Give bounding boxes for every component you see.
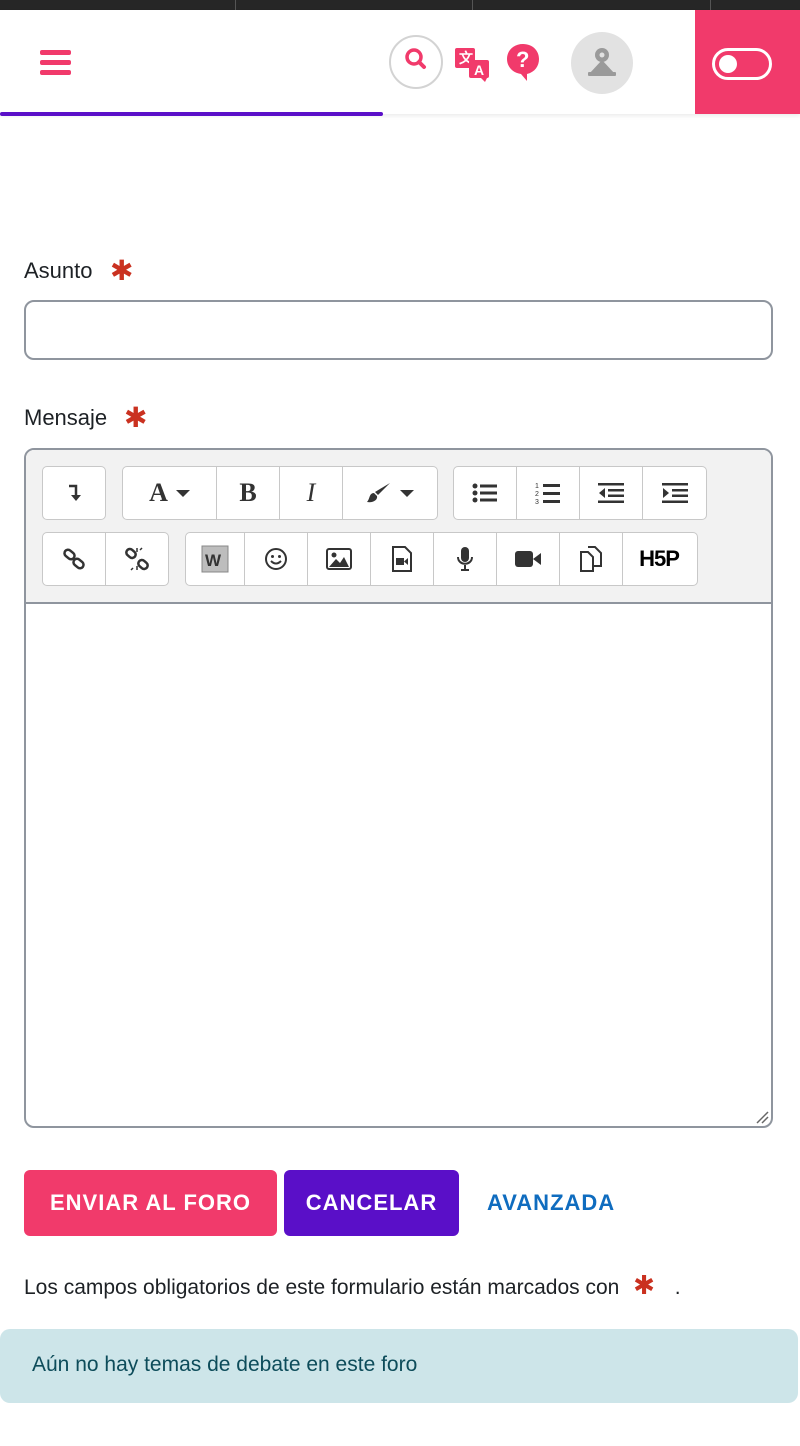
manage-files-button[interactable] <box>560 533 623 585</box>
unlink-icon <box>124 547 149 571</box>
collapse-toolbar-button[interactable] <box>43 467 105 519</box>
smiley-icon <box>265 548 287 570</box>
outdent-button[interactable] <box>580 467 643 519</box>
unordered-list-icon <box>472 483 497 503</box>
translate-icon[interactable]: 文 A <box>453 46 491 82</box>
svg-text:2: 2 <box>535 491 539 498</box>
user-avatar-icon <box>588 48 616 76</box>
record-video-button[interactable] <box>497 533 560 585</box>
search-button[interactable] <box>389 35 443 89</box>
svg-text:1: 1 <box>535 483 539 490</box>
toolbar-group-font: A B I <box>122 466 438 520</box>
advanced-link[interactable]: AVANZADA <box>487 1190 615 1216</box>
svg-text:A: A <box>474 62 484 78</box>
toolbar-group-collapse <box>42 466 106 520</box>
message-editor: A B I 1 2 3 W H5P <box>24 448 773 1128</box>
unlink-button[interactable] <box>106 533 169 585</box>
microphone-icon <box>457 547 473 571</box>
svg-text:3: 3 <box>535 499 539 504</box>
ordered-list-button[interactable]: 1 2 3 <box>517 467 580 519</box>
toolbar-group-links <box>42 532 169 586</box>
image-button[interactable] <box>308 533 371 585</box>
strip-divider <box>235 0 236 10</box>
message-label: Mensaje <box>24 405 108 430</box>
submit-button[interactable]: ENVIAR AL FORO <box>24 1170 277 1236</box>
header-progress-bar <box>0 112 383 116</box>
required-note-icon: ✱ <box>633 1270 655 1300</box>
style-button[interactable] <box>343 467 437 519</box>
info-alert: Aún no hay temas de debate en este foro <box>0 1329 798 1403</box>
word-import-button[interactable]: W <box>186 533 245 585</box>
editor-toolbar: A B I 1 2 3 W H5P <box>26 450 771 604</box>
outdent-icon <box>598 483 624 503</box>
required-note-end: . <box>674 1276 681 1299</box>
subject-input[interactable] <box>24 300 773 360</box>
cancel-button[interactable]: CANCELAR <box>284 1170 459 1236</box>
message-required-icon: ✱ <box>124 402 148 433</box>
alert-text: Aún no hay temas de debate en este foro <box>32 1353 418 1376</box>
link-icon <box>62 548 85 570</box>
font-button[interactable]: A <box>123 467 217 519</box>
search-icon <box>405 48 426 69</box>
link-button[interactable] <box>43 533 106 585</box>
indent-icon <box>661 483 688 503</box>
required-note-text: Los campos obligatorios de este formular… <box>24 1276 620 1299</box>
emoji-button[interactable] <box>245 533 308 585</box>
ordered-list-icon: 1 2 3 <box>535 483 560 504</box>
user-avatar[interactable] <box>571 32 633 94</box>
image-icon <box>326 548 352 570</box>
unordered-list-button[interactable] <box>454 467 517 519</box>
chevron-down-icon <box>175 490 190 497</box>
svg-text:W: W <box>205 551 222 570</box>
paint-brush-icon <box>367 483 390 503</box>
message-content-area[interactable] <box>26 604 771 1126</box>
video-camera-icon <box>515 551 541 567</box>
italic-button[interactable]: I <box>280 467 343 519</box>
svg-text:?: ? <box>516 47 529 72</box>
strip-divider <box>472 0 473 10</box>
chevron-down-icon <box>400 490 414 497</box>
file-video-icon <box>392 546 412 572</box>
subject-required-icon: ✱ <box>110 255 134 286</box>
theme-toggle[interactable] <box>695 10 800 114</box>
copy-files-icon <box>580 546 602 572</box>
toggle-knob <box>719 55 737 73</box>
font-icon: A <box>149 478 168 507</box>
required-fields-note: Los campos obligatorios de este formular… <box>24 1270 681 1301</box>
toolbar-group-insert: W H5P <box>185 532 698 586</box>
word-import-icon: W <box>201 545 229 573</box>
system-status-strip <box>0 0 800 10</box>
record-audio-button[interactable] <box>434 533 497 585</box>
bold-button[interactable]: B <box>217 467 280 519</box>
h5p-button[interactable]: H5P <box>623 533 695 585</box>
toolbar-group-lists: 1 2 3 <box>453 466 707 520</box>
page-header: 文 A ? <box>0 10 800 114</box>
toggle-switch[interactable] <box>712 48 772 80</box>
media-button[interactable] <box>371 533 434 585</box>
hamburger-menu-icon[interactable] <box>40 50 72 76</box>
help-question-icon[interactable]: ? <box>505 42 541 82</box>
arrow-down-icon <box>69 484 81 501</box>
subject-label: Asunto <box>24 258 93 283</box>
strip-divider <box>710 0 711 10</box>
indent-button[interactable] <box>643 467 706 519</box>
resize-handle-icon[interactable] <box>755 1110 769 1124</box>
